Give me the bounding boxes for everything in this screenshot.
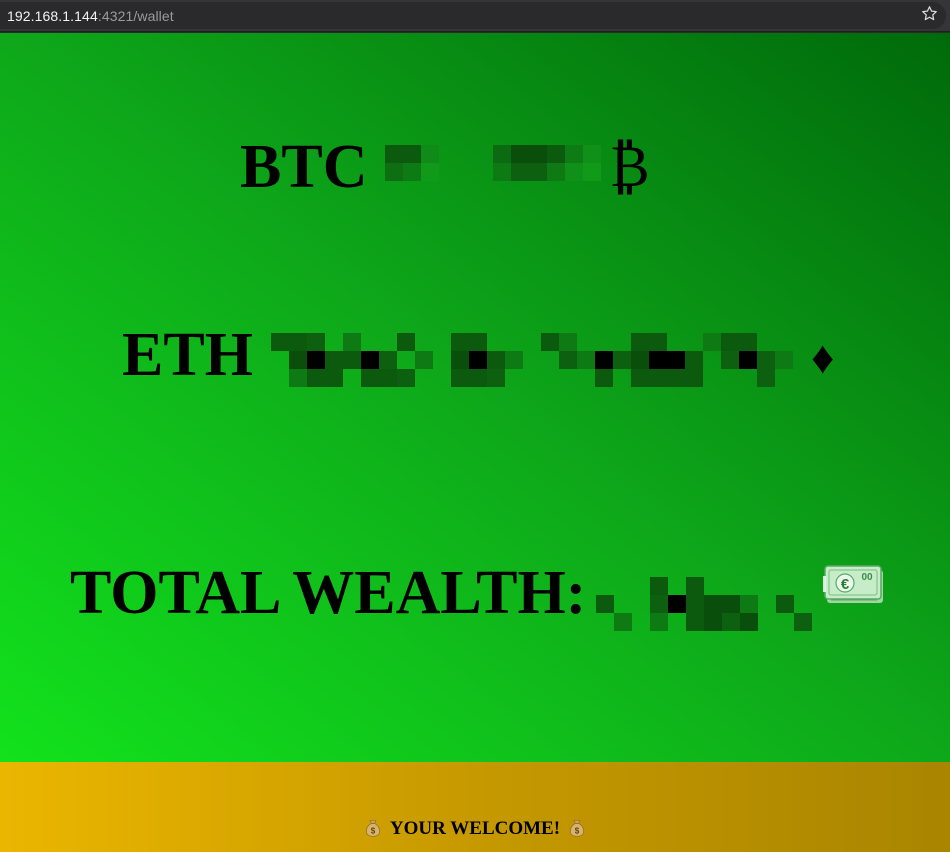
footer-text: YOUR WELCOME! bbox=[389, 818, 561, 839]
bitcoin-symbol: ₿ bbox=[609, 134, 650, 199]
eth-amount-redacted bbox=[270, 333, 793, 387]
total-wealth-row: TOTAL WEALTH: bbox=[70, 555, 813, 631]
url-host: 192.168.1.144 bbox=[7, 7, 98, 24]
address-bar: 192.168.1.144:4321/wallet bbox=[0, 0, 950, 32]
svg-text:€: € bbox=[841, 576, 850, 593]
wallet-panel: BTC ₿ ETH ♦ TOTAL WEALTH: € 00 bbox=[0, 33, 950, 762]
url-field[interactable]: 192.168.1.144:4321/wallet bbox=[0, 2, 946, 29]
star-icon[interactable] bbox=[921, 5, 938, 22]
wallet-page: BTC ₿ ETH ♦ TOTAL WEALTH: € 00 $ YOUR WE… bbox=[0, 33, 950, 852]
url-text: 192.168.1.144:4321/wallet bbox=[7, 8, 174, 24]
total-amount-redacted bbox=[596, 577, 813, 631]
svg-text:$: $ bbox=[371, 827, 376, 836]
money-bag-icon: $ bbox=[569, 820, 584, 837]
eth-label: ETH bbox=[122, 321, 253, 389]
footer: $ YOUR WELCOME! $ bbox=[0, 762, 950, 852]
btc-row: BTC ₿ bbox=[240, 136, 650, 198]
footer-message: $ YOUR WELCOME! $ bbox=[0, 818, 950, 840]
svg-text:00: 00 bbox=[861, 572, 873, 583]
eth-diamond-symbol: ♦ bbox=[810, 332, 835, 383]
btc-label: BTC bbox=[240, 133, 368, 201]
total-wealth-label: TOTAL WEALTH: bbox=[70, 559, 587, 627]
money-bag-icon: $ bbox=[366, 820, 381, 837]
svg-text:$: $ bbox=[575, 827, 580, 836]
eth-row: ETH ♦ bbox=[122, 323, 834, 387]
url-path: :4321/wallet bbox=[97, 7, 174, 24]
euro-banknote-icon: € 00 bbox=[823, 565, 883, 603]
btc-amount-redacted bbox=[385, 145, 602, 181]
